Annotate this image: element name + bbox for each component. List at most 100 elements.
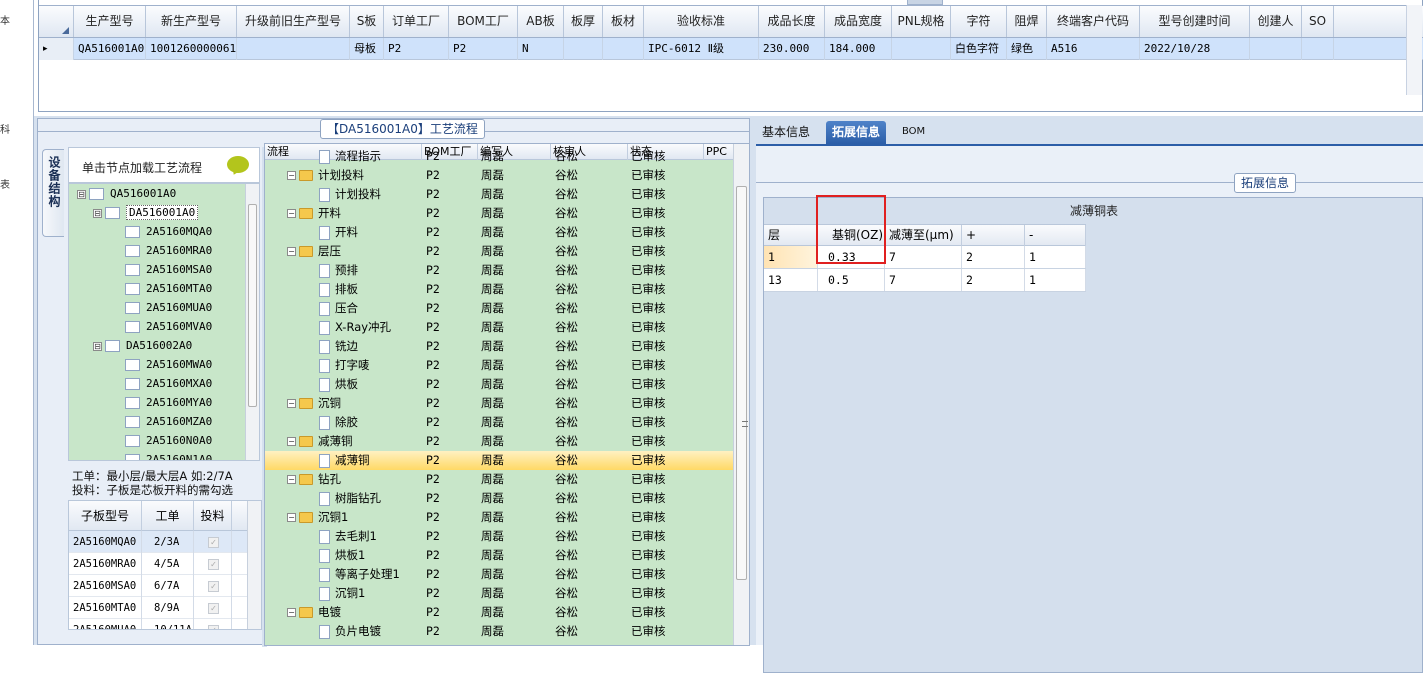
collapse-icon[interactable]: − xyxy=(287,513,296,522)
flow-status[interactable]: 已审核 xyxy=(631,375,704,394)
tree-node[interactable]: 2A5160MUA0 xyxy=(125,298,212,317)
col-header[interactable]: 成品长度 xyxy=(759,6,825,37)
flow-bom-factory[interactable]: P2 xyxy=(426,565,478,584)
table-row[interactable]: 13 0.5 7 2 1 xyxy=(764,269,1086,292)
flow-row[interactable]: 除胶 P2 周磊 谷松 已审核 xyxy=(265,413,733,432)
flow-writer[interactable]: 周磊 xyxy=(481,185,551,204)
flow-row[interactable]: 计划投料 P2 周磊 谷松 已审核 xyxy=(265,185,733,204)
tree-node[interactable]: 2A5160MXA0 xyxy=(125,374,212,393)
cell-layer[interactable]: 1 xyxy=(764,246,818,268)
flow-name-cell[interactable]: 减薄铜 xyxy=(319,451,422,470)
flow-row[interactable]: − 层压 P2 周磊 谷松 已审核 xyxy=(265,242,733,261)
flow-row[interactable]: − 电镀 P2 周磊 谷松 已审核 xyxy=(265,603,733,622)
flow-status[interactable]: 已审核 xyxy=(631,622,704,641)
tree-node[interactable]: ⊟ QA516001A0 xyxy=(77,184,176,203)
flow-name-cell[interactable]: − 沉铜 xyxy=(287,394,422,413)
flow-writer[interactable]: 周磊 xyxy=(481,584,551,603)
flow-row[interactable]: 打字唛 P2 周磊 谷松 已审核 xyxy=(265,356,733,375)
flow-bom-factory[interactable]: P2 xyxy=(426,584,478,603)
flow-name-cell[interactable]: 计划投料 xyxy=(319,185,422,204)
col-header[interactable]: 升级前旧生产型号 xyxy=(237,6,350,37)
flow-writer[interactable]: 周磊 xyxy=(481,375,551,394)
flow-name-cell[interactable]: − 电镀 xyxy=(287,603,422,622)
collapse-icon[interactable]: − xyxy=(287,475,296,484)
cell-plus[interactable]: 2 xyxy=(962,269,1025,291)
flow-row[interactable]: 铣边 P2 周磊 谷松 已审核 xyxy=(265,337,733,356)
flow-bom-factory[interactable]: P2 xyxy=(426,546,478,565)
flow-bom-factory[interactable]: P2 xyxy=(426,337,478,356)
flow-bom-factory[interactable]: P2 xyxy=(426,603,478,622)
flow-writer[interactable]: 周磊 xyxy=(481,299,551,318)
flow-reviewer[interactable]: 谷松 xyxy=(555,508,628,527)
flow-row[interactable]: X-Ray冲孔 P2 周磊 谷松 已审核 xyxy=(265,318,733,337)
flow-reviewer[interactable]: 谷松 xyxy=(555,185,628,204)
flow-writer[interactable]: 周磊 xyxy=(481,489,551,508)
flow-reviewer[interactable]: 谷松 xyxy=(555,147,628,166)
sub-order[interactable]: 2/3A xyxy=(142,531,194,553)
sub-order[interactable]: 10/11A xyxy=(142,619,194,629)
flow-row[interactable]: 树脂钻孔 P2 周磊 谷松 已审核 xyxy=(265,489,733,508)
col-header[interactable]: + xyxy=(962,225,1025,246)
flow-row[interactable]: 等离子处理1 P2 周磊 谷松 已审核 xyxy=(265,565,733,584)
flow-bom-factory[interactable]: P2 xyxy=(426,166,478,185)
tree-scrollbar[interactable] xyxy=(245,184,259,460)
flow-status[interactable]: 已审核 xyxy=(631,337,704,356)
flow-name-cell[interactable]: 除胶 xyxy=(319,413,422,432)
sub-model[interactable]: 2A5160MQA0 xyxy=(69,531,142,553)
feed-checkbox[interactable]: ✓ xyxy=(208,603,219,614)
collapse-icon[interactable]: − xyxy=(287,209,296,218)
col-header[interactable]: 字符 xyxy=(951,6,1007,37)
flow-row[interactable]: − 计划投料 P2 周磊 谷松 已审核 xyxy=(265,166,733,185)
flow-name-cell[interactable]: 排板 xyxy=(319,280,422,299)
col-header[interactable]: SO xyxy=(1302,6,1334,37)
flow-status[interactable]: 已审核 xyxy=(631,242,704,261)
cell-s-board[interactable]: 母板 xyxy=(350,38,384,60)
flow-row[interactable]: 沉铜1 P2 周磊 谷松 已审核 xyxy=(265,584,733,603)
flow-reviewer[interactable]: 谷松 xyxy=(555,622,628,641)
model-grid-row[interactable]: ▸ QA516001A0 10012600000610 母板 P2 P2 N I… xyxy=(39,38,1423,60)
col-header[interactable]: 工单 xyxy=(142,501,194,531)
col-header[interactable]: S板 xyxy=(350,6,384,37)
flow-bom-factory[interactable]: P2 xyxy=(426,432,478,451)
feed-checkbox[interactable]: ✓ xyxy=(208,581,219,592)
thin-copper-table[interactable]: 减薄铜表 层 基铜(OZ) 减薄至(μm) + - 1 0.33 7 2 1 1… xyxy=(763,197,1423,673)
flow-reviewer[interactable]: 谷松 xyxy=(555,546,628,565)
flow-reviewer[interactable]: 谷松 xyxy=(555,603,628,622)
flow-writer[interactable]: 周磊 xyxy=(481,470,551,489)
flow-status[interactable]: 已审核 xyxy=(631,527,704,546)
flow-row[interactable]: 开料 P2 周磊 谷松 已审核 xyxy=(265,223,733,242)
collapse-icon[interactable]: − xyxy=(287,171,296,180)
flow-writer[interactable]: 周磊 xyxy=(481,413,551,432)
flow-writer[interactable]: 周磊 xyxy=(481,337,551,356)
tab-extended-info[interactable]: 拓展信息 xyxy=(826,121,887,144)
col-header[interactable]: 子板型号 xyxy=(69,501,142,531)
flow-status[interactable]: 已审核 xyxy=(631,584,704,603)
flow-row[interactable]: 烘板 P2 周磊 谷松 已审核 xyxy=(265,375,733,394)
flow-bom-factory[interactable]: P2 xyxy=(426,622,478,641)
flow-name-cell[interactable]: 去毛刺1 xyxy=(319,527,422,546)
collapse-icon[interactable]: ⊟ xyxy=(93,341,102,351)
flow-status[interactable]: 已审核 xyxy=(631,185,704,204)
cell-thickness[interactable] xyxy=(564,38,603,60)
cell-so[interactable] xyxy=(1302,38,1334,60)
flow-row[interactable]: 烘板1 P2 周磊 谷松 已审核 xyxy=(265,546,733,565)
flow-reviewer[interactable]: 谷松 xyxy=(555,166,628,185)
flow-name-cell[interactable]: 烘板1 xyxy=(319,546,422,565)
flow-status[interactable]: 已审核 xyxy=(631,261,704,280)
flow-row[interactable]: 去毛刺1 P2 周磊 谷松 已审核 xyxy=(265,527,733,546)
sub-grid-row[interactable]: 2A5160MSA0 6/7A ✓ xyxy=(69,575,249,597)
col-header[interactable]: 验收标准 xyxy=(644,6,759,37)
flow-status[interactable]: 已审核 xyxy=(631,299,704,318)
flow-name-cell[interactable]: 树脂钻孔 xyxy=(319,489,422,508)
cell-thin-to[interactable]: 7 xyxy=(885,246,962,268)
flow-bom-factory[interactable]: P2 xyxy=(426,280,478,299)
feed-checkbox[interactable]: ✓ xyxy=(208,537,219,548)
flow-writer[interactable]: 周磊 xyxy=(481,565,551,584)
flow-status[interactable]: 已审核 xyxy=(631,413,704,432)
cell-pnl[interactable] xyxy=(892,38,951,60)
feed-checkbox[interactable]: ✓ xyxy=(208,625,219,629)
flow-writer[interactable]: 周磊 xyxy=(481,242,551,261)
cell-created-time[interactable]: 2022/10/28 xyxy=(1140,38,1250,60)
cell-customer-code[interactable]: A516 xyxy=(1047,38,1140,60)
flow-name-cell[interactable]: 等离子处理1 xyxy=(319,565,422,584)
